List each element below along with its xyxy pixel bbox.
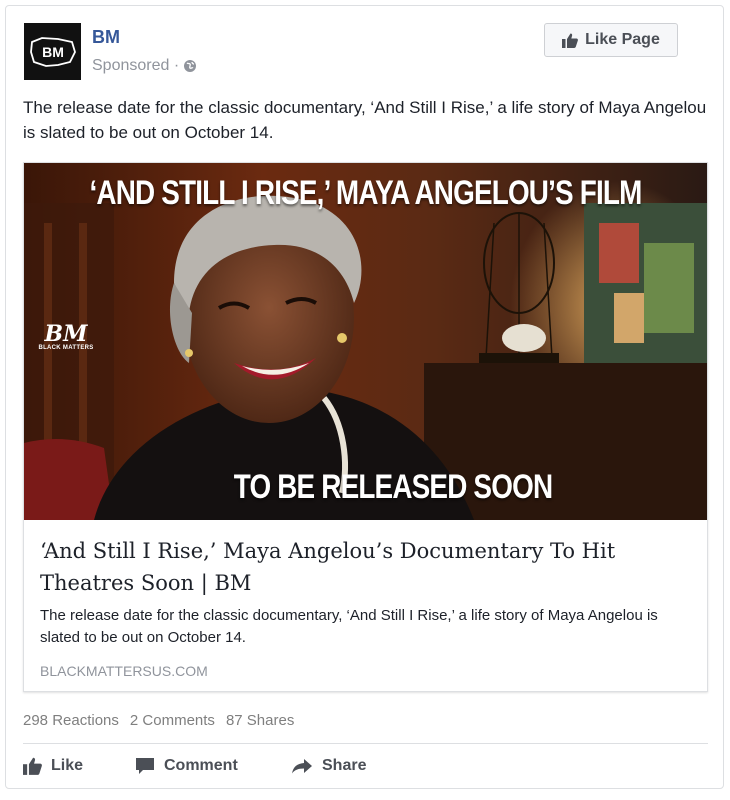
sponsored-meta: Sponsored · (92, 57, 197, 75)
image-headline-top: ‘AND STILL I RISE,’ MAYA ANGELOU’S FILM (89, 174, 642, 212)
page-name-link[interactable]: BM (92, 27, 120, 48)
shares-count[interactable]: 87 Shares (226, 712, 294, 729)
image-watermark-logo: BM BLACK MATTERS (36, 323, 96, 351)
thumbs-up-icon (23, 757, 42, 775)
like-page-label: Like Page (585, 31, 660, 48)
speech-bubble-icon (136, 758, 154, 774)
link-preview-image[interactable]: ‘AND STILL I RISE,’ MAYA ANGELOU’S FILM … (24, 163, 707, 520)
engagement-stats: 298 Reactions 2 Comments 87 Shares (23, 712, 294, 729)
share-arrow-icon (292, 759, 312, 774)
reactions-count[interactable]: 298 Reactions (23, 712, 119, 729)
like-label: Like (51, 757, 84, 774)
page-avatar[interactable]: BM (24, 23, 81, 80)
comment-label: Comment (164, 757, 238, 774)
link-domain: BLACKMATTERSUS.COM (40, 663, 208, 679)
globe-icon[interactable] (183, 59, 197, 73)
image-logo-large: BM (44, 321, 88, 347)
sponsored-label: Sponsored · (92, 57, 180, 74)
bm-logo-icon: BM (29, 36, 76, 67)
comment-button[interactable]: Comment (135, 757, 238, 775)
post-text: The release date for the classic documen… (23, 98, 707, 142)
share-button[interactable]: Share (291, 757, 366, 775)
like-page-button[interactable]: Like Page (544, 23, 678, 57)
image-logo-small: BLACK MATTERS (38, 345, 94, 351)
link-title[interactable]: ‘And Still I Rise,’ Maya Angelou’s Docum… (40, 535, 690, 599)
share-label: Share (322, 757, 367, 774)
action-divider (23, 743, 708, 744)
link-preview-card[interactable]: ‘AND STILL I RISE,’ MAYA ANGELOU’S FILM … (23, 162, 708, 692)
thumbs-up-icon (562, 33, 579, 48)
link-description: The release date for the classic documen… (40, 607, 658, 646)
comments-count[interactable]: 2 Comments (130, 712, 215, 729)
sponsored-post-card: BM BM Sponsored · Like Page The release … (5, 5, 724, 789)
svg-text:BM: BM (42, 44, 64, 60)
like-button[interactable]: Like (23, 757, 83, 775)
image-headline-bottom: TO BE RELEASED SOON (233, 468, 553, 506)
hero-photo (24, 163, 707, 520)
